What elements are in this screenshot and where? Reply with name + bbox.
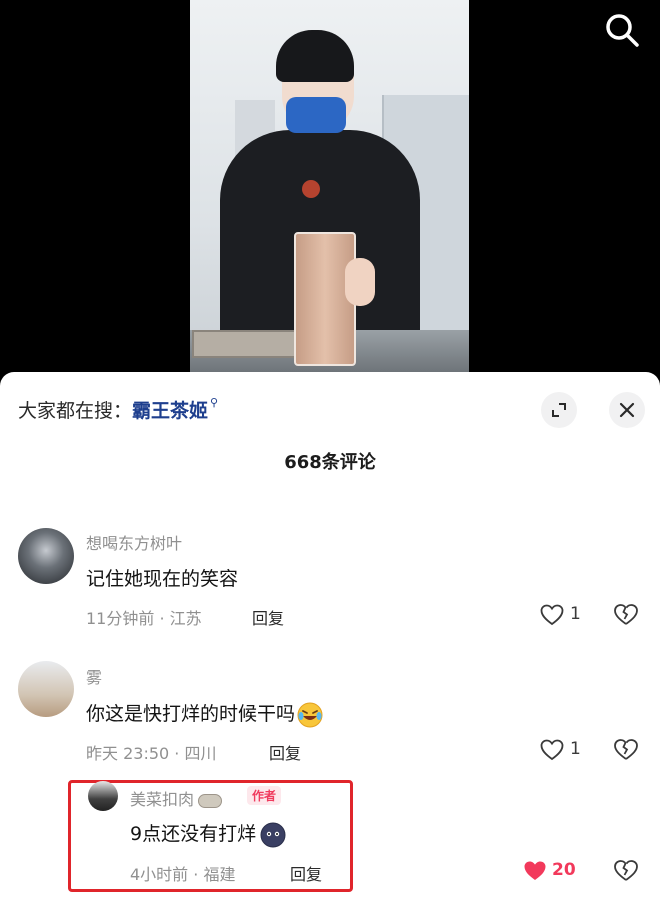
reply-username[interactable]: 美菜扣肉 bbox=[130, 786, 223, 810]
reply-text-content: 9点还没有打烊 bbox=[130, 823, 257, 845]
like-button[interactable]: 20 bbox=[522, 858, 592, 886]
avatar[interactable] bbox=[18, 528, 74, 584]
video-player[interactable] bbox=[0, 0, 660, 372]
expand-button[interactable] bbox=[541, 392, 577, 428]
reply-time-location: 4小时前 · 福建 bbox=[130, 865, 236, 884]
heart-icon bbox=[540, 739, 564, 761]
comment-text-content: 你这是快打烊的时候干吗 bbox=[86, 703, 296, 725]
reply-button[interactable]: 回复 bbox=[269, 740, 301, 764]
reply-button[interactable]: 回复 bbox=[252, 605, 284, 629]
video-frame[interactable] bbox=[190, 0, 469, 372]
comment-text: 你这是快打烊的时候干吗 bbox=[86, 699, 323, 728]
dislike-button[interactable] bbox=[613, 738, 639, 764]
heart-broken-icon bbox=[614, 739, 638, 760]
dislike-button[interactable] bbox=[613, 603, 639, 629]
like-button[interactable]: 1 bbox=[540, 737, 600, 765]
close-icon bbox=[619, 402, 635, 418]
expand-icon bbox=[552, 403, 566, 417]
like-count: 20 bbox=[552, 860, 576, 880]
person-mask bbox=[286, 97, 346, 133]
comment-time-location: 昨天 23:50 · 四川 bbox=[86, 744, 217, 763]
like-button[interactable]: 1 bbox=[540, 602, 600, 630]
laugh-emoji-icon bbox=[297, 702, 323, 727]
everyone-search-bar[interactable]: 大家都在搜：霸王茶姬 ⚲ bbox=[18, 396, 218, 423]
comment-username[interactable]: 想喝东方树叶 bbox=[86, 530, 182, 554]
person-cap bbox=[276, 30, 354, 82]
search-icon[interactable] bbox=[604, 12, 640, 48]
like-count: 1 bbox=[570, 739, 581, 759]
comment-username[interactable]: 雾 bbox=[86, 664, 102, 688]
avatar[interactable] bbox=[18, 661, 74, 717]
close-button[interactable] bbox=[609, 392, 645, 428]
heart-broken-icon bbox=[614, 604, 638, 625]
comment-time-location: 11分钟前 · 江苏 bbox=[86, 609, 202, 628]
reply-button[interactable]: 回复 bbox=[290, 861, 322, 885]
comments-panel: 大家都在搜：霸王茶姬 ⚲ 668条评论 想喝东方树叶 记住她现在的笑容 11分钟前… bbox=[0, 372, 660, 899]
reply-username-text: 美菜扣肉 bbox=[130, 790, 195, 809]
author-tag: 作者 bbox=[247, 786, 282, 805]
food-badge-icon bbox=[198, 793, 223, 808]
hand bbox=[345, 258, 375, 306]
dislike-button[interactable] bbox=[613, 859, 639, 885]
comment-text: 记住她现在的笑容 bbox=[86, 568, 239, 590]
heart-broken-icon bbox=[614, 860, 638, 881]
like-count: 1 bbox=[570, 604, 581, 624]
avatar[interactable] bbox=[88, 781, 118, 811]
apron-logo bbox=[302, 180, 320, 198]
dark-face-emoji-icon bbox=[260, 822, 286, 847]
everyone-search-label: 大家都在搜： bbox=[18, 400, 133, 422]
reply-text: 9点还没有打烊 bbox=[130, 819, 286, 848]
search-keyword-link[interactable]: 霸王茶姬 bbox=[132, 400, 208, 422]
search-keyword-icon: ⚲ bbox=[210, 396, 219, 409]
comment-count: 668条评论 bbox=[284, 452, 376, 473]
heart-icon bbox=[524, 861, 546, 880]
heart-icon bbox=[540, 604, 564, 626]
